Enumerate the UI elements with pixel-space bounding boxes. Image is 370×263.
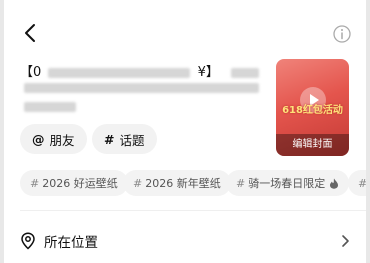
back-arrow-icon[interactable]	[20, 22, 42, 44]
flame-icon	[330, 178, 339, 189]
divider	[20, 210, 366, 211]
topic-tag[interactable]: # 骑一场春日限定	[226, 170, 350, 196]
edit-cover-button[interactable]: 编辑封面	[276, 134, 349, 156]
info-icon[interactable]	[332, 24, 352, 44]
title-redacted	[48, 67, 191, 78]
tag-text: 2026 新年壁纸	[145, 177, 221, 190]
add-topic-button[interactable]: # 话题	[92, 124, 157, 154]
title-open: 【0	[20, 65, 42, 80]
location-pin-icon	[21, 232, 35, 250]
at-icon: @	[32, 131, 45, 147]
post-title[interactable]: 【0 ¥】	[20, 61, 259, 80]
description-redacted-line-2	[24, 102, 76, 112]
tag-hash: #	[133, 176, 143, 190]
tag-hash: #	[358, 177, 366, 190]
topic-tag[interactable]: # 2026 新年壁纸	[123, 170, 231, 196]
title-redacted-2	[230, 67, 259, 78]
add-topic-label: 话题	[119, 132, 145, 148]
cover-promo-text: 618红包活动	[282, 105, 343, 116]
hash-icon: #	[104, 131, 115, 147]
topic-tag-overflow[interactable]: #	[348, 170, 366, 196]
tag-hash: #	[236, 176, 246, 190]
location-row[interactable]: 所在位置	[20, 230, 350, 252]
tag-hash: #	[30, 176, 40, 190]
topic-tag[interactable]: # 2026 好运壁纸	[20, 170, 128, 196]
tag-text: 2026 好运壁纸	[42, 177, 118, 190]
description-redacted-line-1	[24, 83, 259, 93]
mention-friend-button[interactable]: @ 朋友	[20, 124, 87, 154]
chevron-right-icon	[342, 235, 349, 247]
location-label: 所在位置	[44, 235, 98, 251]
video-cover[interactable]: 618红包活动 编辑封面	[276, 59, 349, 156]
title-yen: ¥】	[197, 65, 219, 80]
tag-text: 骑一场春日限定	[248, 177, 326, 190]
publish-screen: 【0 ¥】 618红包活动 编辑封面 @ 朋友 # 话题 # 2026 好运壁纸…	[4, 0, 366, 263]
mention-friend-label: 朋友	[49, 132, 75, 148]
